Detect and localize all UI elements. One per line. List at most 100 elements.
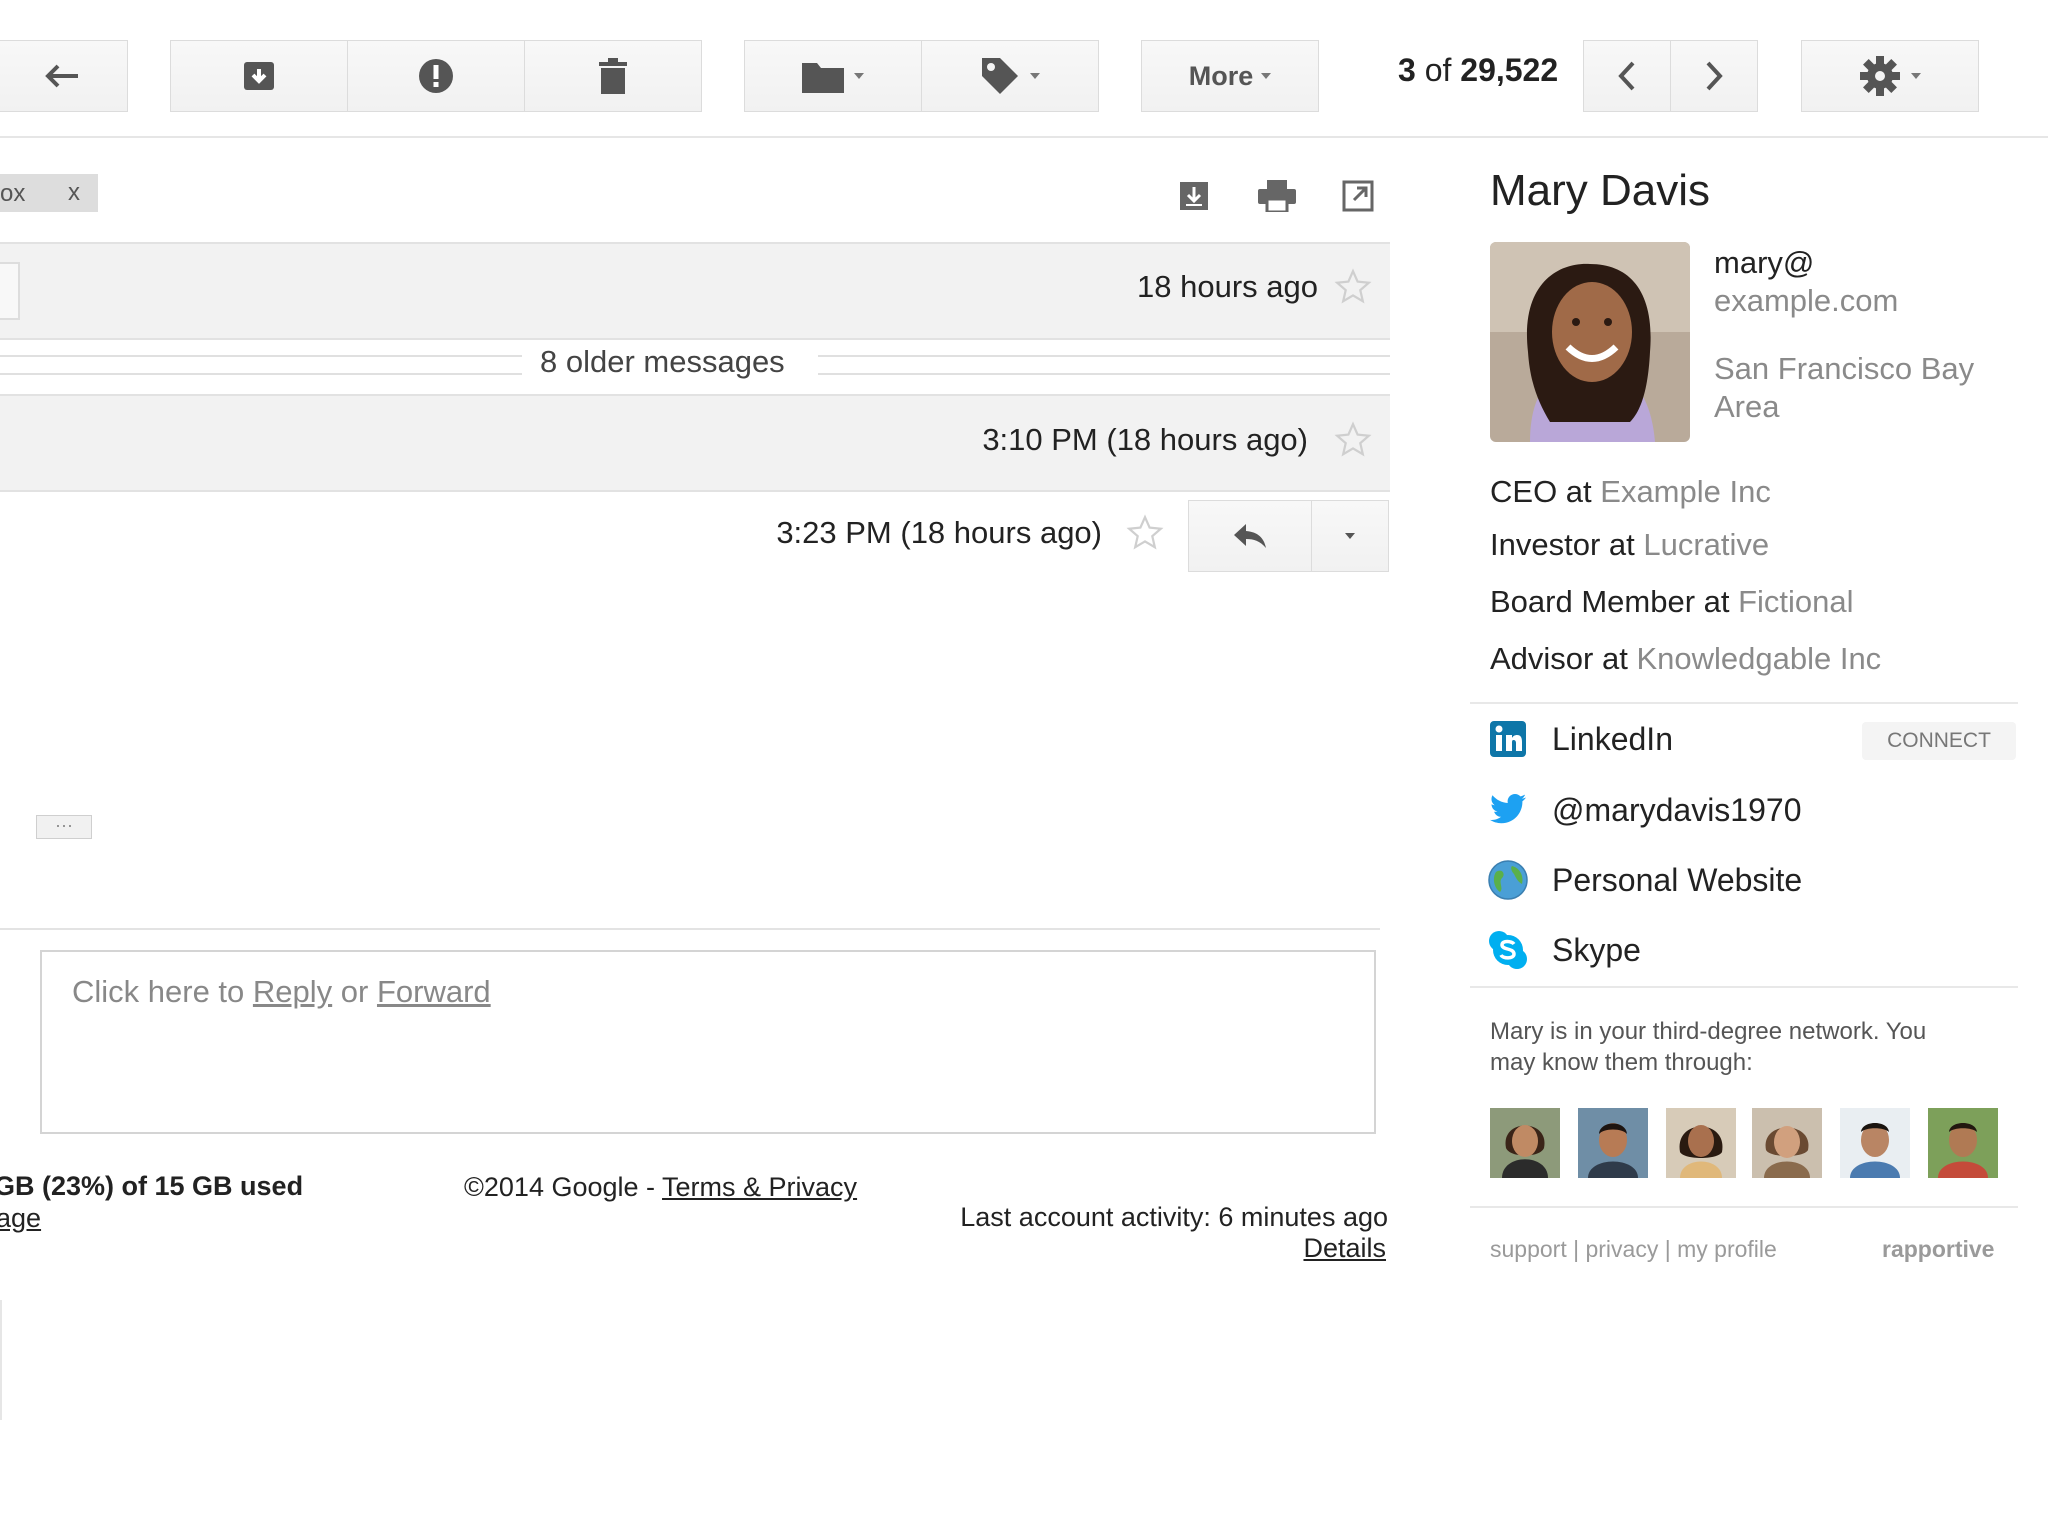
settings-button[interactable]: [1801, 40, 1979, 112]
twitter-bird-icon: [1490, 794, 1526, 824]
globe-icon: [1488, 860, 1528, 900]
role-2-title: Investor at: [1490, 527, 1644, 562]
email-line-2: example.com: [1714, 283, 1899, 318]
mutual-connection-avatar[interactable]: [1928, 1108, 1998, 1178]
last-activity: Last account activity: 6 minutes ago: [960, 1202, 1388, 1232]
back-button[interactable]: [0, 40, 128, 112]
pagination-total: 29,522: [1460, 52, 1559, 88]
older-line-left-1: [0, 355, 522, 357]
mutual-connection-avatar[interactable]: [1578, 1108, 1648, 1178]
forward-link[interactable]: Forward: [377, 974, 491, 1009]
contact-location: San Francisco Bay Area: [1714, 350, 1974, 426]
chevron-down-icon: [1911, 73, 1921, 79]
chevron-down-icon: [1030, 73, 1040, 79]
reply-link[interactable]: Reply: [253, 974, 332, 1009]
print-icon[interactable]: [1258, 180, 1296, 212]
link-separator: |: [1566, 1236, 1586, 1262]
personal-website-link[interactable]: Personal Website: [1552, 862, 1802, 899]
report-spam-button[interactable]: [347, 40, 525, 112]
reply-icon: [1234, 524, 1266, 548]
archive-button[interactable]: [170, 40, 348, 112]
move-to-button[interactable]: [744, 40, 922, 112]
privacy-link[interactable]: privacy: [1585, 1236, 1658, 1262]
toolbar-divider: [0, 136, 2048, 138]
reply-prompt-or: or: [332, 974, 377, 1009]
older-messages-link[interactable]: 8 older messages: [540, 344, 785, 380]
older-button[interactable]: [1670, 40, 1758, 112]
chevron-right-icon: [1706, 61, 1723, 91]
details-link[interactable]: Details: [1303, 1233, 1386, 1264]
trash-icon: [599, 58, 627, 94]
more-actions-button[interactable]: [1311, 500, 1389, 572]
mutual-connection-avatar[interactable]: [1840, 1108, 1910, 1178]
chevron-down-icon: [1345, 533, 1355, 539]
mutual-connection-avatar[interactable]: [1666, 1108, 1736, 1178]
contact-email[interactable]: mary@ example.com: [1714, 244, 1898, 320]
reply-box[interactable]: Click here to Reply or Forward: [40, 950, 1376, 1134]
connect-button[interactable]: CONNECT: [1862, 722, 2016, 760]
chevron-left-icon: [1618, 61, 1635, 91]
twitter-link[interactable]: @marydavis1970: [1552, 792, 1801, 829]
star-icon[interactable]: [1334, 268, 1372, 306]
network-text: Mary is in your third-degree network. Yo…: [1490, 1016, 1926, 1078]
terms-link[interactable]: Terms & Privacy: [662, 1172, 857, 1202]
labels-button[interactable]: [921, 40, 1099, 112]
role-2: Investor at Lucrative: [1490, 527, 1769, 563]
reply-prompt: Click here to Reply or Forward: [72, 974, 491, 1010]
label-chip: ox x: [0, 174, 98, 212]
remove-label-button[interactable]: x: [68, 179, 80, 207]
mutual-connection-avatar[interactable]: [1752, 1108, 1822, 1178]
my-profile-link[interactable]: my profile: [1677, 1236, 1777, 1262]
message-2-time: 3:10 PM (18 hours ago): [982, 422, 1308, 457]
role-1-company[interactable]: Example Inc: [1600, 474, 1771, 509]
delete-button[interactable]: [524, 40, 702, 112]
linkedin-icon: [1490, 721, 1526, 757]
role-1-title: CEO at: [1490, 474, 1601, 509]
storage-text: GB (23%) of 15 GB used: [0, 1171, 304, 1201]
sidebar-divider-1: [1470, 702, 2018, 704]
location-line-2: Area: [1714, 389, 1780, 424]
support-link[interactable]: support: [1490, 1236, 1567, 1262]
role-2-company[interactable]: Lucrative: [1643, 527, 1769, 562]
gear-icon: [1860, 56, 1900, 96]
pagination-of: of: [1424, 52, 1452, 88]
more-button[interactable]: More: [1141, 40, 1319, 112]
sidebar-divider-2: [1470, 986, 2018, 988]
manage-storage-link[interactable]: age: [0, 1203, 41, 1234]
skype-icon: [1489, 931, 1527, 969]
role-4-title: Advisor at: [1490, 641, 1637, 676]
copyright: ©2014 Google - Terms & Privacy: [464, 1172, 857, 1203]
show-trimmed-content-button[interactable]: ···: [36, 815, 92, 839]
reply-divider: [0, 928, 1380, 930]
star-icon[interactable]: [1126, 514, 1164, 552]
newer-button[interactable]: [1583, 40, 1671, 112]
network-text-line-2: may know them through:: [1490, 1049, 1753, 1076]
new-window-icon[interactable]: [1342, 180, 1374, 212]
spam-icon: [419, 59, 453, 93]
mutual-connection-avatar[interactable]: [1490, 1108, 1560, 1178]
network-text-line-1: Mary is in your third-degree network. Yo…: [1490, 1018, 1927, 1045]
link-separator: |: [1658, 1236, 1678, 1262]
role-4-company[interactable]: Knowledgable Inc: [1636, 641, 1881, 676]
email-line-1: mary@: [1714, 245, 1815, 280]
linkedin-link[interactable]: LinkedIn: [1552, 721, 1673, 758]
folder-icon: [802, 63, 844, 93]
message-1-time: 18 hours ago: [1137, 269, 1318, 304]
chevron-down-icon: [854, 73, 864, 79]
label-tag-icon: [982, 58, 1018, 94]
location-line-1: San Francisco Bay: [1714, 351, 1975, 386]
pagination-count: 3 of 29,522: [1398, 52, 1558, 89]
rapportive-brand[interactable]: rapportive: [1882, 1236, 1994, 1263]
label-chip-text: ox: [0, 180, 26, 207]
role-3-company[interactable]: Fictional: [1738, 584, 1853, 619]
reply-button[interactable]: [1188, 500, 1312, 572]
role-3: Board Member at Fictional: [1490, 584, 1854, 620]
skype-link[interactable]: Skype: [1552, 932, 1641, 969]
role-1: CEO at Example Inc: [1490, 474, 1771, 510]
older-line-right-1: [818, 355, 1390, 357]
star-icon[interactable]: [1334, 421, 1372, 459]
left-edge-bar: [0, 1300, 2, 1420]
download-icon[interactable]: [1178, 180, 1210, 212]
more-label: More: [1188, 60, 1254, 91]
older-line-right-2: [818, 373, 1390, 375]
